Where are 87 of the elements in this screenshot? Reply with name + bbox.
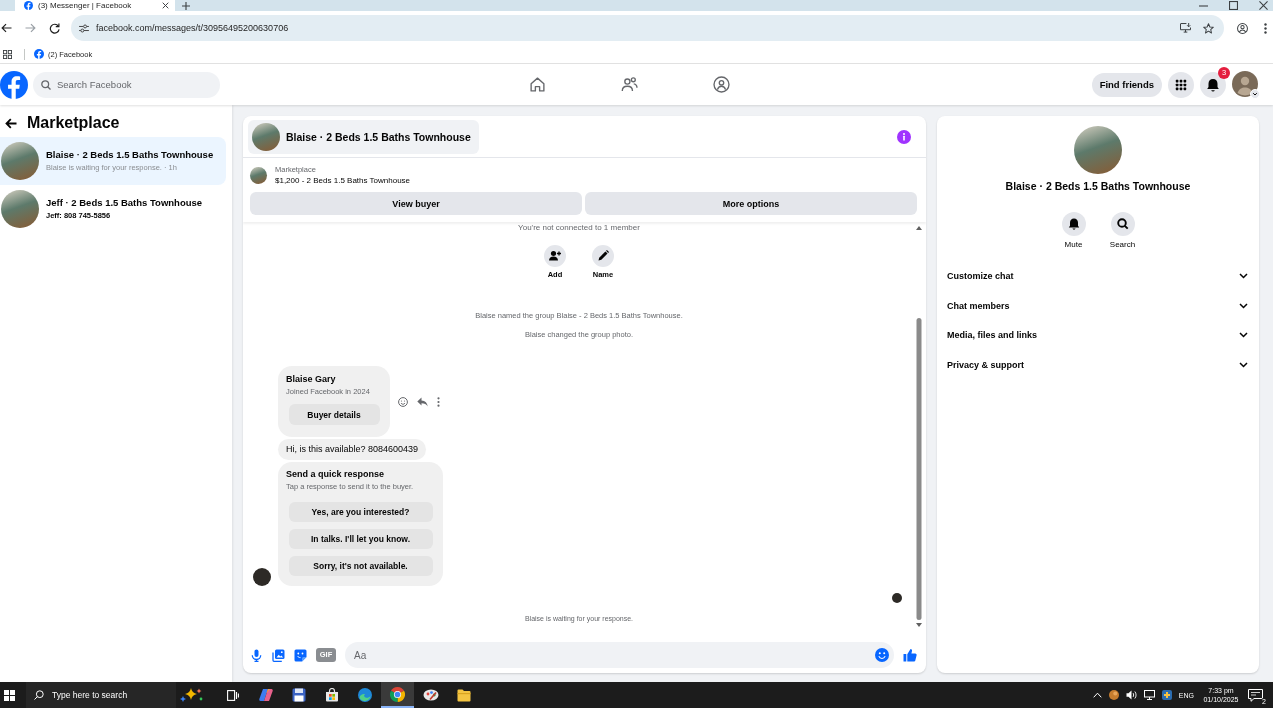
smiley-icon[interactable] [398,396,408,407]
mute-button[interactable]: Mute [1053,212,1094,250]
quick-reply-button[interactable]: Sorry, it's not available. [288,556,433,576]
start-icon[interactable] [3,689,15,701]
notice-text: You're not connected to 1 member [518,223,640,233]
sidebar-title: Marketplace [27,113,120,133]
address-bar[interactable]: facebook.com/messages/t/30956495200630706 [71,15,1224,41]
tray-app-icon[interactable] [1108,690,1119,700]
bell-icon[interactable] [1200,71,1226,98]
thumbs-up-icon[interactable] [903,648,917,662]
browser-tab[interactable]: (3) Messenger | Facebook [15,0,175,11]
quick-reply-button[interactable]: In talks. I'll let you know. [288,529,433,549]
listing-summary: $1,200 - 2 Beds 1.5 Baths Townhouse [275,174,411,186]
sticker-icon[interactable] [294,648,307,662]
speech-bubble-icon[interactable] [1248,689,1263,702]
tray-app-icon[interactable] [1161,690,1172,700]
apps-grid-icon[interactable] [3,49,12,59]
group-icon[interactable] [712,76,730,93]
logo-icon [34,49,44,59]
profile-icon[interactable] [1237,22,1248,34]
ribbon-icon [257,688,274,702]
search-icon [34,690,44,700]
scrollbar[interactable] [915,225,923,628]
home-icon[interactable] [528,76,546,93]
reply-icon[interactable] [417,396,428,407]
chat-name: Blaise · 2 Beds 1.5 Baths Townhouse [1005,180,1191,192]
minimize-icon[interactable] [1199,4,1208,7]
photo-placeholder [1,190,39,228]
menu-icon[interactable] [1264,22,1267,34]
search-field[interactable]: Search Facebook [33,71,220,98]
microphone-icon[interactable] [250,648,263,662]
network-icon[interactable] [1143,690,1155,700]
info-icon[interactable] [897,129,911,144]
search-button[interactable]: Search [1102,212,1143,250]
search-icon [1110,212,1135,236]
caret-up-icon[interactable] [1092,692,1102,698]
plus-icon[interactable] [182,1,190,10]
emoji-icon[interactable] [875,648,889,662]
message-field[interactable]: Aa [345,642,894,668]
bell-icon [1061,212,1086,236]
listing-action-button[interactable]: View buyer [250,192,582,215]
quick-reply-button[interactable]: Yes, are you interested? [288,502,433,522]
buyer-details-button[interactable]: Buyer details [288,404,380,425]
sender-name: Blaise Gary [286,373,337,385]
avatar [253,568,271,586]
accordion-row[interactable]: Chat members [947,290,1248,321]
listing-action-button[interactable]: More options [585,192,917,215]
add-person-icon [544,245,566,267]
swirl-icon [357,688,372,702]
pencil-icon [592,245,614,267]
quick-reply-title: Send a quick response [286,468,386,480]
photo-placeholder [1074,126,1122,174]
read-receipt-avatar [892,593,902,603]
task-view-icon[interactable] [226,689,239,701]
photo-placeholder [250,166,267,184]
message-bubble: Hi, is this available? 8084600439 [278,439,427,460]
folder-icon [456,688,471,702]
accordion-row[interactable]: Privacy & support [947,350,1248,380]
photo-icon[interactable] [272,648,285,662]
reload-icon[interactable] [49,22,60,34]
logo-icon[interactable] [0,70,28,99]
search-field[interactable]: Type here to search [26,682,176,708]
photo-placeholder [1,142,39,180]
site-settings-icon[interactable] [79,23,89,33]
back-arrow-icon[interactable] [5,118,17,129]
maximize-icon[interactable] [1229,1,1238,10]
back-icon[interactable] [1,23,12,33]
close-icon[interactable] [1259,1,1268,10]
star-icon[interactable] [1203,22,1214,34]
install-icon[interactable] [1180,23,1191,33]
chat-title-button[interactable]: Blaise · 2 Beds 1.5 Baths Townhouse [248,119,479,154]
ring-icon [390,686,405,702]
close-icon[interactable] [162,2,169,9]
search-icon [41,79,51,90]
more-icon[interactable] [437,396,440,407]
taskbar-button[interactable] [381,682,414,708]
people-icon[interactable] [620,76,638,93]
sparkles-icon[interactable] [178,687,204,703]
photo-placeholder [252,122,280,151]
accordion-row[interactable]: Customize chat [947,261,1248,291]
speaker-icon[interactable] [1125,690,1137,700]
shopping-bag-icon [324,688,339,702]
accordion-row[interactable]: Media, files and links [947,320,1248,351]
palette-icon [422,689,439,701]
profile-avatar[interactable] [1232,70,1260,99]
menu-grid-icon[interactable] [1168,71,1194,98]
find-friends-button[interactable]: Find friends [1091,72,1162,97]
